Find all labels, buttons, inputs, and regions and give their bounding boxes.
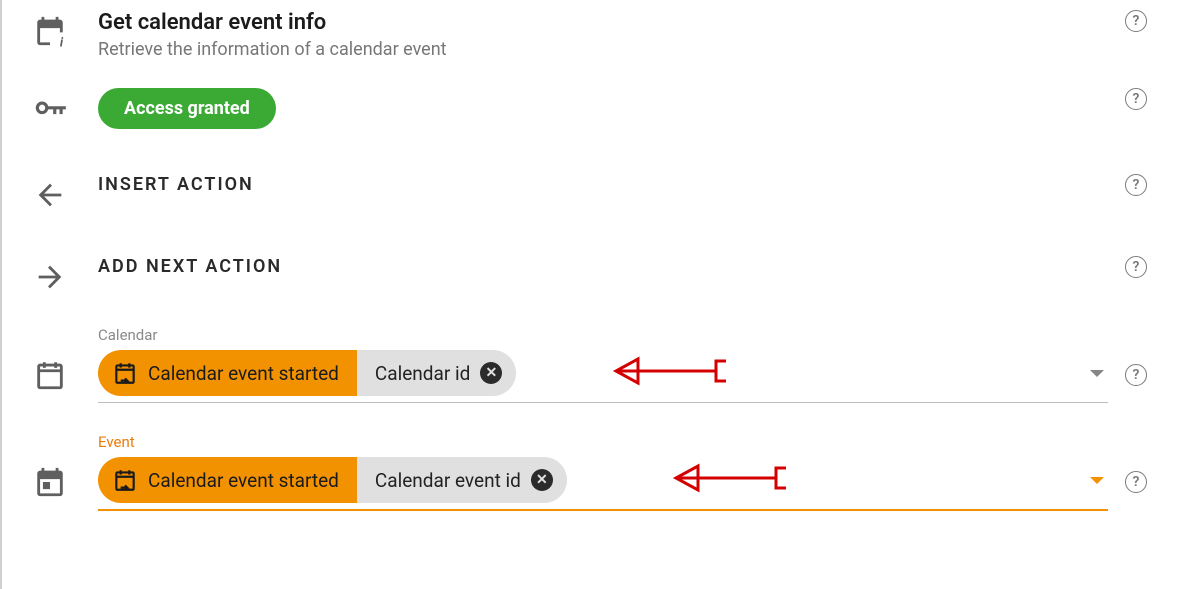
calendar-field[interactable]: Calendar event started Calendar id ✕ xyxy=(98,350,1108,396)
help-icon[interactable]: ? xyxy=(1125,10,1147,32)
calendar-value-label: Calendar id xyxy=(375,362,470,385)
calendar-value-chip[interactable]: Calendar id ✕ xyxy=(357,350,516,396)
calendar-field-underline xyxy=(98,402,1108,403)
arrow-right-icon xyxy=(2,256,98,294)
calendar-source-chip[interactable]: Calendar event started xyxy=(98,350,357,396)
help-icon[interactable]: ? xyxy=(1125,364,1147,386)
event-source-label: Calendar event started xyxy=(148,469,339,492)
svg-text:i: i xyxy=(60,36,64,48)
calendar-export-icon xyxy=(112,467,138,493)
hint-arrow xyxy=(608,349,728,397)
help-icon[interactable]: ? xyxy=(1125,471,1147,493)
event-source-chip[interactable]: Calendar event started xyxy=(98,457,357,503)
help-icon[interactable]: ? xyxy=(1125,256,1147,278)
action-title: Get calendar event info xyxy=(98,10,1108,35)
remove-icon[interactable]: ✕ xyxy=(531,469,553,491)
calendar-icon xyxy=(2,338,98,392)
help-icon[interactable]: ? xyxy=(1125,88,1147,110)
event-field[interactable]: Calendar event started Calendar event id… xyxy=(98,457,1108,503)
calendar-field-label: Calendar xyxy=(98,326,1108,344)
event-value-label: Calendar event id xyxy=(375,469,521,492)
calendar-source-label: Calendar event started xyxy=(148,362,339,385)
key-icon xyxy=(2,88,98,130)
insert-action-heading[interactable]: INSERT ACTION xyxy=(98,174,1108,195)
event-field-underline xyxy=(98,509,1108,511)
add-next-action-heading[interactable]: ADD NEXT ACTION xyxy=(98,256,1108,277)
action-subtitle: Retrieve the information of a calendar e… xyxy=(98,39,1108,60)
hint-arrow xyxy=(668,456,788,504)
calendar-export-icon xyxy=(112,360,138,386)
event-value-chip[interactable]: Calendar event id ✕ xyxy=(357,457,567,503)
arrow-left-icon xyxy=(2,174,98,212)
help-icon[interactable]: ? xyxy=(1125,174,1147,196)
calendar-event-icon xyxy=(2,445,98,499)
remove-icon[interactable]: ✕ xyxy=(480,362,502,384)
access-granted-button[interactable]: Access granted xyxy=(98,88,276,129)
calendar-dropdown-caret[interactable] xyxy=(1090,370,1104,377)
event-dropdown-caret[interactable] xyxy=(1090,477,1104,484)
event-field-label: Event xyxy=(98,433,1108,451)
calendar-info-icon: i xyxy=(2,10,98,48)
